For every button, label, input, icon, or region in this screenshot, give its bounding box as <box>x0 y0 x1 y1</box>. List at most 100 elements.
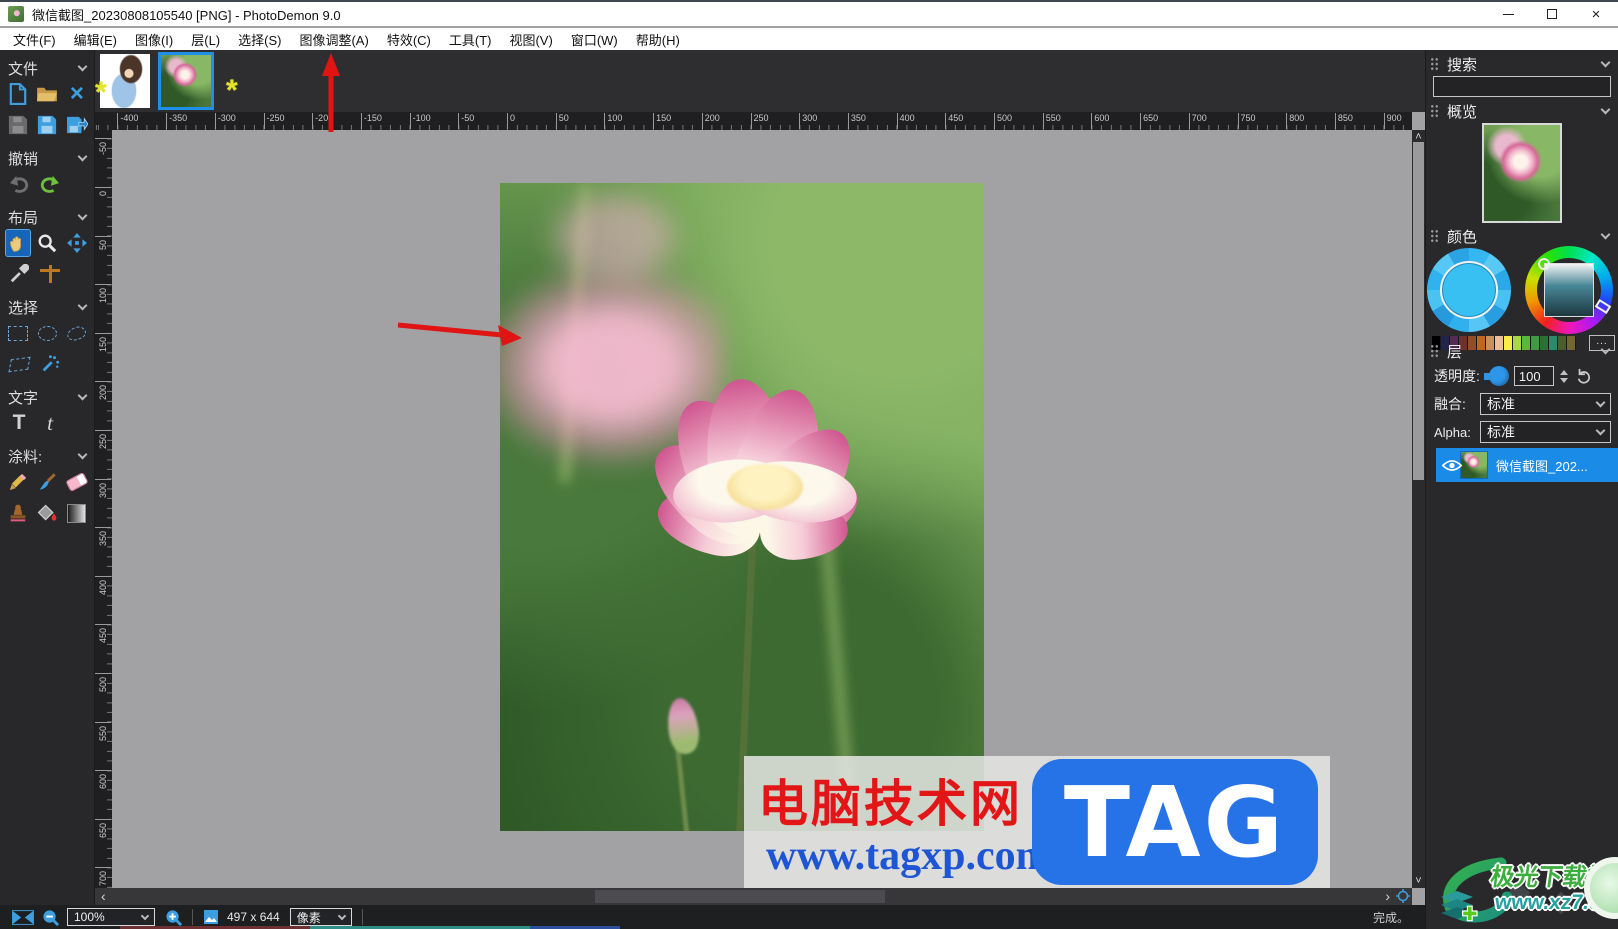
chevron-down-icon[interactable] <box>1600 229 1611 240</box>
menu-item-8[interactable]: 工具(T) <box>440 28 501 51</box>
zoom-out-icon[interactable] <box>42 909 59 926</box>
new-image-button[interactable] <box>6 81 30 107</box>
fit-canvas-icon[interactable] <box>12 909 34 925</box>
center-image-icon[interactable] <box>1396 889 1410 903</box>
close-image-button[interactable]: × <box>65 81 89 107</box>
opacity-slider[interactable] <box>1483 366 1510 386</box>
sv-selector-icon[interactable] <box>1538 258 1550 270</box>
color-picker-button[interactable] <box>6 261 32 287</box>
menu-item-4[interactable]: 层(L) <box>182 28 229 51</box>
blend-mode-dropdown[interactable]: 标准 <box>1480 393 1611 415</box>
tag-badge-text: TAG <box>1063 765 1287 879</box>
search-input[interactable] <box>1433 76 1611 97</box>
horizontal-scroll-thumb[interactable] <box>595 890 885 903</box>
colors-panel-header[interactable]: 颜色 <box>1426 227 1618 246</box>
search-panel-header[interactable]: 搜索 <box>1426 55 1618 74</box>
move-tool-button[interactable] <box>65 230 89 256</box>
menu-item-1[interactable]: 文件(F) <box>4 28 65 51</box>
rect-select-button[interactable] <box>6 320 30 346</box>
horizontal-scrollbar[interactable]: ‹ › <box>95 888 1412 905</box>
canvas-area[interactable]: 电脑技术网 www.tagxp.com TAG <box>112 130 1412 888</box>
color-harmony-wheel[interactable] <box>1427 248 1511 332</box>
fill-tool-button[interactable] <box>35 500 59 526</box>
menu-item-10[interactable]: 窗口(W) <box>562 28 627 51</box>
spin-up-icon[interactable] <box>1559 369 1568 375</box>
lasso-select-button[interactable] <box>65 320 89 346</box>
toolbox-section-undo[interactable]: 撤销 <box>0 148 94 168</box>
scroll-left-icon[interactable]: ‹ <box>101 888 106 904</box>
opacity-spinner[interactable] <box>1559 369 1568 383</box>
opacity-input[interactable]: 100 <box>1513 366 1554 386</box>
drag-grip-icon[interactable] <box>1430 57 1439 71</box>
image-tab-2-selected[interactable] <box>158 52 214 110</box>
ellipse-select-button[interactable] <box>35 320 59 346</box>
menu-item-6[interactable]: 图像调整(A) <box>290 28 377 51</box>
hue-handle-icon[interactable] <box>1594 298 1612 315</box>
maximize-button[interactable] <box>1530 2 1574 26</box>
save-as-button[interactable] <box>35 112 59 138</box>
chevron-down-icon[interactable] <box>1600 344 1611 355</box>
image-size-icon[interactable] <box>203 909 219 925</box>
magic-wand-button[interactable] <box>37 351 63 377</box>
redo-button[interactable] <box>37 171 63 197</box>
drag-grip-icon[interactable] <box>1430 229 1439 243</box>
menu-item-9[interactable]: 视图(V) <box>500 28 561 51</box>
gradient-tool-button[interactable] <box>65 500 89 526</box>
toolbox-section-layout[interactable]: 布局 <box>0 207 94 227</box>
chevron-down-icon[interactable] <box>1600 57 1611 68</box>
export-button[interactable] <box>65 112 89 138</box>
menu-item-7[interactable]: 特效(C) <box>378 28 440 51</box>
reset-opacity-icon[interactable] <box>1576 368 1592 384</box>
paintbrush-tool-button[interactable] <box>35 469 59 495</box>
text-tool-button[interactable]: T <box>6 410 32 436</box>
minimize-button[interactable] <box>1486 2 1530 26</box>
vruler-label: 250 <box>95 430 111 449</box>
toolbox-section-file[interactable]: 文件 <box>0 58 94 78</box>
current-color-swatch[interactable] <box>1440 261 1498 319</box>
polygon-select-button[interactable] <box>6 351 32 377</box>
measure-tool-button[interactable] <box>37 261 63 287</box>
overview-panel-header[interactable]: 概览 <box>1426 102 1618 121</box>
vertical-scrollbar[interactable]: ˄ ˅ <box>1412 130 1425 888</box>
overview-thumbnail[interactable] <box>1482 123 1562 223</box>
hruler-label: 350 <box>847 113 866 129</box>
vertical-scroll-thumb[interactable] <box>1413 142 1424 480</box>
menu-item-5[interactable]: 选择(S) <box>229 28 290 51</box>
advanced-text-tool-button[interactable]: t <box>37 410 63 436</box>
image-tab-1[interactable] <box>100 54 150 108</box>
save-button[interactable] <box>6 112 30 138</box>
undo-arrow-icon <box>10 175 29 193</box>
vruler-label: 450 <box>95 624 111 643</box>
zoom-level-dropdown[interactable]: 100% <box>67 908 155 926</box>
saturation-value-box[interactable] <box>1544 263 1594 317</box>
layers-panel-header[interactable]: 层 <box>1426 342 1618 361</box>
undo-button[interactable] <box>6 171 32 197</box>
menu-item-2[interactable]: 编辑(E) <box>65 28 126 51</box>
toolbox-section-select[interactable]: 选择 <box>0 297 94 317</box>
clone-stamp-button[interactable] <box>6 500 30 526</box>
menu-item-3[interactable]: 图像(I) <box>126 28 182 51</box>
drag-grip-icon[interactable] <box>1430 344 1439 358</box>
zoom-tool-button[interactable] <box>35 230 59 256</box>
layer-visibility-eye-icon[interactable] <box>1442 459 1462 472</box>
menu-item-11[interactable]: 帮助(H) <box>627 28 689 51</box>
layer-row-selected[interactable]: 微信截图_202... <box>1436 448 1618 482</box>
toolbox-section-text[interactable]: 文字 <box>0 387 94 407</box>
hand-tool-button[interactable] <box>4 229 32 257</box>
unit-dropdown[interactable]: 像素 <box>289 908 352 926</box>
eraser-tool-button[interactable] <box>65 469 89 495</box>
toolbox-section-paint[interactable]: 涂料: <box>0 446 94 466</box>
drag-grip-icon[interactable] <box>1430 104 1439 118</box>
vruler-label: 400 <box>95 575 111 595</box>
alpha-mode-dropdown[interactable]: 标准 <box>1480 421 1611 443</box>
spin-down-icon[interactable] <box>1559 377 1568 383</box>
open-image-button[interactable] <box>35 81 59 107</box>
chevron-down-icon[interactable] <box>1600 104 1611 115</box>
text-T-icon: T <box>12 411 26 434</box>
zoom-in-icon[interactable] <box>165 909 182 926</box>
close-button[interactable]: × <box>1574 2 1618 26</box>
pencil-tool-button[interactable] <box>6 469 30 495</box>
image-tabs-strip: * * <box>95 50 1425 112</box>
hue-wheel[interactable] <box>1525 246 1613 334</box>
scroll-right-icon[interactable]: › <box>1385 888 1390 904</box>
